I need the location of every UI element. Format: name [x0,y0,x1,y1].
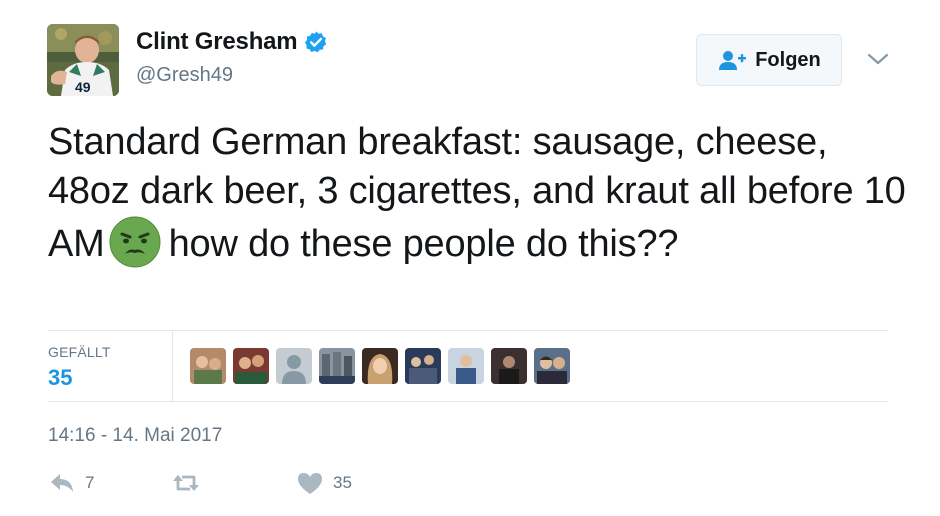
liker-avatar[interactable] [534,348,570,384]
likes-count[interactable]: 35 [48,365,72,391]
avatar[interactable]: 49 [47,24,119,96]
tweet-actions: 7 35 [48,470,352,496]
likes-label: GEFÄLLT [48,344,111,360]
nauseated-face-icon [109,216,161,268]
retweet-button[interactable] [172,470,296,496]
verified-badge-icon [304,30,328,54]
divider [48,401,888,402]
default-avatar-icon[interactable] [276,348,312,384]
reply-count: 7 [85,473,95,492]
chevron-down-icon [867,53,889,65]
likers-list [190,348,577,384]
user-handle[interactable]: @Gresh49 [136,64,233,87]
like-count: 35 [333,473,352,492]
tweet-text: Standard German breakfast: sausage, chee… [48,118,908,269]
divider [172,331,173,401]
tweet-text-part-2: how do these people do this?? [168,223,679,265]
liker-avatar[interactable] [233,348,269,384]
follow-button[interactable]: Folgen [696,34,842,86]
liker-avatar[interactable] [491,348,527,384]
liker-avatar[interactable] [405,348,441,384]
display-name[interactable]: Clint Gresham [136,28,298,56]
reply-icon [51,474,73,492]
tweet-timestamp[interactable]: 14:16 - 14. Mai 2017 [48,425,222,447]
liker-avatar[interactable] [362,348,398,384]
svg-text:49: 49 [75,79,91,95]
heart-icon [298,473,322,494]
user-name-row: Clint Gresham [136,28,328,56]
liker-avatar[interactable] [319,348,355,384]
like-button[interactable]: 35 [296,470,352,496]
follow-button-label: Folgen [755,48,821,71]
divider [48,330,888,331]
add-user-icon [719,51,747,70]
profile-photo-icon: 49 [47,24,119,96]
tweet-menu-button[interactable] [866,50,890,68]
reply-button[interactable]: 7 [48,470,172,496]
retweet-icon [173,475,199,491]
liker-avatar[interactable] [448,348,484,384]
liker-avatar[interactable] [190,348,226,384]
